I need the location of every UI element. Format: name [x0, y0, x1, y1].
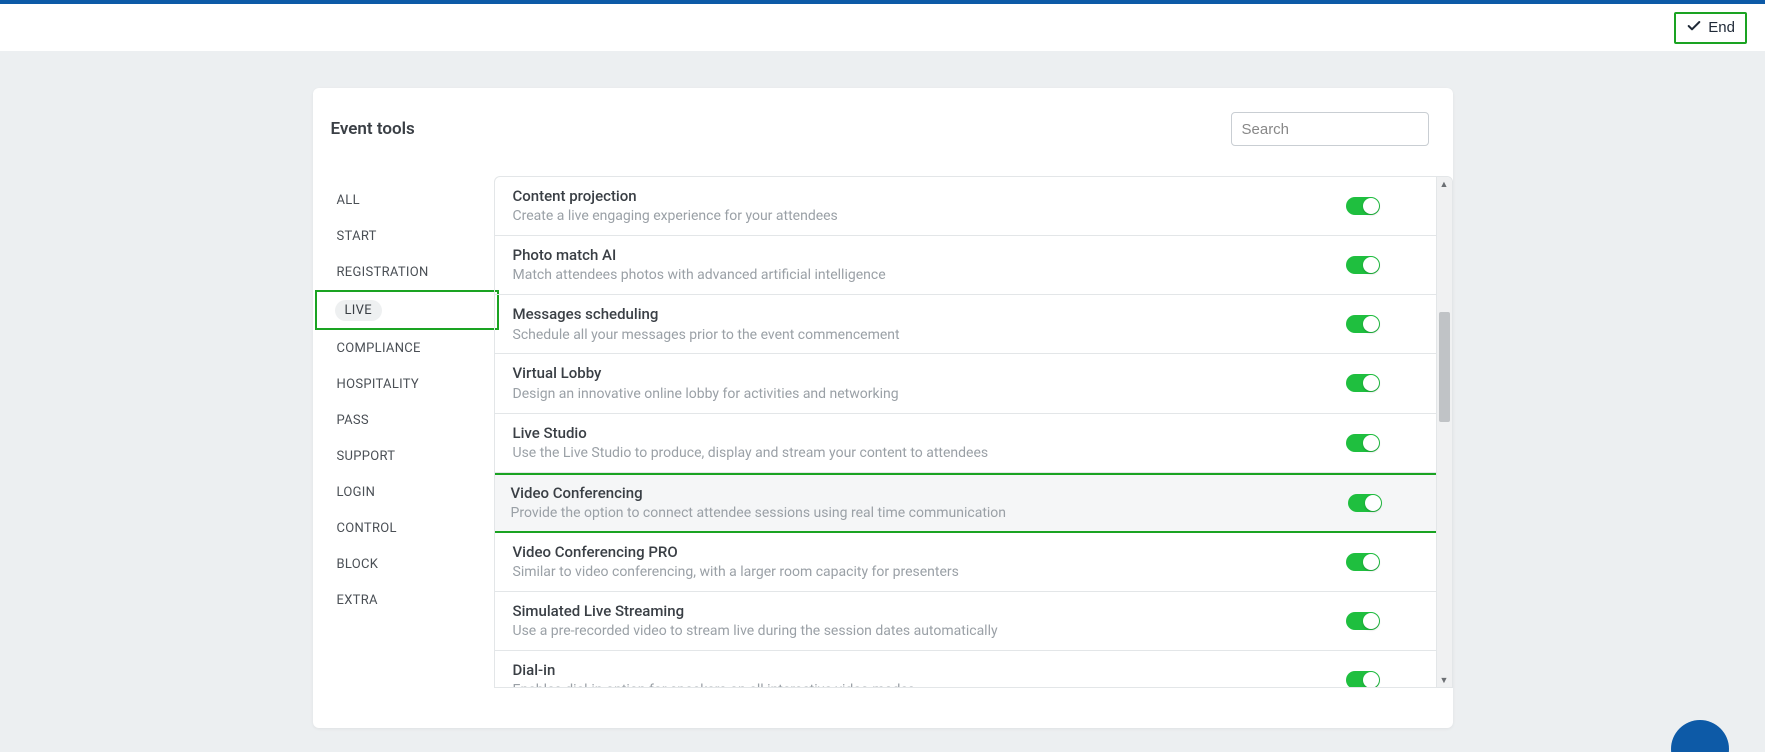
tool-title: Virtual Lobby — [513, 363, 899, 383]
tool-desc: Similar to video conferencing, with a la… — [513, 563, 959, 582]
toggle-knob — [1363, 316, 1379, 332]
tool-row-dial-in: Dial-in Enables dial-in option for speak… — [495, 651, 1436, 687]
tool-text: Messages scheduling Schedule all your me… — [513, 304, 900, 344]
tool-desc: Match attendees photos with advanced art… — [513, 266, 886, 285]
end-button-label: End — [1708, 19, 1735, 36]
scrollbar[interactable]: ▲ ▼ — [1436, 177, 1452, 687]
tools-list: Content projection Create a live engagin… — [495, 177, 1436, 687]
tool-row-messages-scheduling: Messages scheduling Schedule all your me… — [495, 295, 1436, 354]
toggle-photo-match-ai[interactable] — [1346, 256, 1380, 274]
sidebar-item-all[interactable]: ALL — [313, 182, 495, 218]
tool-row-live-studio: Live Studio Use the Live Studio to produ… — [495, 414, 1436, 473]
sidebar-item-label: START — [337, 229, 377, 244]
header-bar: End — [0, 4, 1765, 52]
tool-title: Video Conferencing PRO — [513, 542, 959, 562]
toggle-simulated-live-streaming[interactable] — [1346, 612, 1380, 630]
sidebar-item-compliance[interactable]: COMPLIANCE — [313, 330, 495, 366]
toggle-knob — [1363, 198, 1379, 214]
scroll-down-icon[interactable]: ▼ — [1437, 673, 1452, 687]
event-tools-card: Event tools ALL START REGISTRATION LIVE … — [313, 88, 1453, 728]
tool-text: Video Conferencing Provide the option to… — [511, 483, 1007, 523]
sidebar-item-control[interactable]: CONTROL — [313, 510, 495, 546]
sidebar-item-label: REGISTRATION — [337, 265, 429, 280]
sidebar-item-label: SUPPORT — [337, 449, 396, 464]
sidebar-item-extra[interactable]: EXTRA — [313, 582, 495, 618]
tool-title: Photo match AI — [513, 245, 886, 265]
toggle-dial-in[interactable] — [1346, 671, 1380, 687]
toggle-virtual-lobby[interactable] — [1346, 374, 1380, 392]
sidebar-item-hospitality[interactable]: HOSPITALITY — [313, 366, 495, 402]
sidebar-item-support[interactable]: SUPPORT — [313, 438, 495, 474]
sidebar-item-block[interactable]: BLOCK — [313, 546, 495, 582]
toggle-live-studio[interactable] — [1346, 434, 1380, 452]
scroll-up-icon[interactable]: ▲ — [1437, 177, 1452, 191]
card-header: Event tools — [313, 88, 1453, 176]
tool-text: Live Studio Use the Live Studio to produ… — [513, 423, 989, 463]
card-body: ALL START REGISTRATION LIVE COMPLIANCE H… — [313, 176, 1453, 688]
content-wrap: Content projection Create a live engagin… — [495, 176, 1453, 688]
sidebar: ALL START REGISTRATION LIVE COMPLIANCE H… — [313, 176, 495, 688]
tool-text: Virtual Lobby Design an innovative onlin… — [513, 363, 899, 403]
end-button[interactable]: End — [1674, 12, 1747, 44]
tool-row-virtual-lobby: Virtual Lobby Design an innovative onlin… — [495, 354, 1436, 413]
tool-text: Photo match AI Match attendees photos wi… — [513, 245, 886, 285]
sidebar-item-registration[interactable]: REGISTRATION — [313, 254, 495, 290]
tool-text: Dial-in Enables dial-in option for speak… — [513, 660, 916, 687]
toggle-knob — [1363, 554, 1379, 570]
check-icon — [1686, 18, 1702, 38]
sidebar-item-label: LOGIN — [337, 485, 376, 500]
tool-title: Simulated Live Streaming — [513, 601, 998, 621]
sidebar-item-start[interactable]: START — [313, 218, 495, 254]
sidebar-item-live[interactable]: LIVE — [315, 290, 499, 330]
toggle-knob — [1363, 672, 1379, 687]
sidebar-item-label: CONTROL — [337, 521, 397, 536]
tool-desc: Provide the option to connect attendee s… — [511, 504, 1007, 523]
sidebar-item-login[interactable]: LOGIN — [313, 474, 495, 510]
sidebar-item-label: EXTRA — [337, 593, 378, 608]
toggle-knob — [1365, 495, 1381, 511]
tool-desc: Use the Live Studio to produce, display … — [513, 444, 989, 463]
toggle-knob — [1363, 435, 1379, 451]
toggle-knob — [1363, 375, 1379, 391]
tool-text: Simulated Live Streaming Use a pre-recor… — [513, 601, 998, 641]
toggle-knob — [1363, 613, 1379, 629]
tool-desc: Design an innovative online lobby for ac… — [513, 385, 899, 404]
tool-title: Messages scheduling — [513, 304, 900, 324]
toggle-knob — [1363, 257, 1379, 273]
toggle-content-projection[interactable] — [1346, 197, 1380, 215]
tool-row-simulated-live-streaming: Simulated Live Streaming Use a pre-recor… — [495, 592, 1436, 651]
toggle-messages-scheduling[interactable] — [1346, 315, 1380, 333]
tool-title: Dial-in — [513, 660, 916, 680]
tool-desc: Use a pre-recorded video to stream live … — [513, 622, 998, 641]
sidebar-item-label: PASS — [337, 413, 369, 428]
tool-row-photo-match-ai: Photo match AI Match attendees photos wi… — [495, 236, 1436, 295]
tool-text: Video Conferencing PRO Similar to video … — [513, 542, 959, 582]
tool-row-content-projection: Content projection Create a live engagin… — [495, 177, 1436, 236]
sidebar-item-label: BLOCK — [337, 557, 379, 572]
card-title: Event tools — [331, 119, 415, 139]
tool-desc: Create a live engaging experience for yo… — [513, 207, 838, 226]
toggle-video-conferencing[interactable] — [1348, 494, 1382, 512]
search-input[interactable] — [1231, 112, 1429, 146]
tool-row-video-conferencing: Video Conferencing Provide the option to… — [495, 473, 1436, 533]
sidebar-item-label: COMPLIANCE — [337, 341, 421, 356]
tool-row-video-conferencing-pro: Video Conferencing PRO Similar to video … — [495, 533, 1436, 592]
sidebar-item-label: ALL — [337, 193, 360, 208]
tool-text: Content projection Create a live engagin… — [513, 186, 838, 226]
tool-title: Live Studio — [513, 423, 989, 443]
tool-desc: Enables dial-in option for speakers on a… — [513, 681, 916, 687]
sidebar-item-pass[interactable]: PASS — [313, 402, 495, 438]
sidebar-item-label: HOSPITALITY — [337, 377, 420, 392]
content-inner: Content projection Create a live engagin… — [494, 176, 1453, 688]
help-fab[interactable] — [1671, 720, 1729, 752]
tool-desc: Schedule all your messages prior to the … — [513, 326, 900, 345]
toggle-video-conferencing-pro[interactable] — [1346, 553, 1380, 571]
tool-title: Content projection — [513, 186, 838, 206]
scroll-thumb[interactable] — [1439, 312, 1450, 422]
sidebar-item-label: LIVE — [335, 300, 382, 321]
tool-title: Video Conferencing — [511, 483, 1007, 503]
